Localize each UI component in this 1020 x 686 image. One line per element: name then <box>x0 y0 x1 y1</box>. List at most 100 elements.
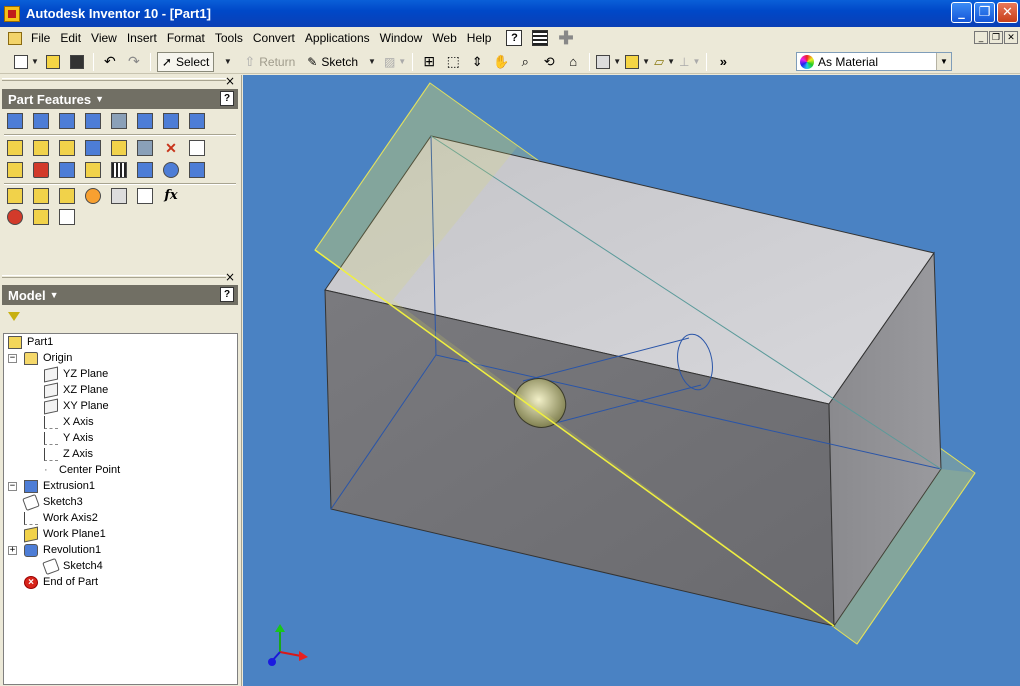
doc-close-button[interactable]: ✕ <box>1004 31 1018 44</box>
tree-item-origin[interactable]: Origin <box>24 350 72 366</box>
zoom-window-button[interactable]: ⬚ <box>443 52 463 72</box>
menu-edit[interactable]: Edit <box>55 28 86 48</box>
hole-icon[interactable] <box>59 113 75 129</box>
face-draft-icon[interactable] <box>85 140 101 156</box>
revolve-icon[interactable] <box>33 113 49 129</box>
note-icon[interactable] <box>59 209 75 225</box>
menu-format[interactable]: Format <box>162 28 210 48</box>
return-button[interactable]: ⇧ Return <box>244 52 295 72</box>
work-axis-icon[interactable] <box>33 188 49 204</box>
help-icon[interactable]: ? <box>220 91 234 106</box>
parameters-fx-icon[interactable]: fx <box>163 188 179 204</box>
undo-button[interactable]: ↶ <box>100 52 120 72</box>
select-button[interactable]: ➚ Select <box>156 51 215 72</box>
menu-insert[interactable]: Insert <box>122 28 162 48</box>
thicken-icon[interactable] <box>137 140 153 156</box>
ground-plane-button[interactable]: ▱ ▼ <box>654 52 675 72</box>
promote-icon[interactable] <box>111 188 127 204</box>
split-icon[interactable] <box>111 140 127 156</box>
zoom-button[interactable]: ⇕ <box>467 52 487 72</box>
sketch-button[interactable]: ✎ Sketch ▼ <box>307 52 376 72</box>
extrude-icon[interactable] <box>7 113 23 129</box>
menu-file[interactable]: File <box>26 28 55 48</box>
tree-item-y-axis[interactable]: Y Axis <box>44 430 93 446</box>
tree-item-revolution1[interactable]: Revolution1 <box>24 542 101 558</box>
save-button[interactable] <box>67 52 87 72</box>
open-button[interactable] <box>43 52 63 72</box>
ucs-icon[interactable] <box>85 188 101 204</box>
coil-icon[interactable] <box>189 113 205 129</box>
display-mode-button[interactable]: ▼ <box>596 52 621 72</box>
hatch-button[interactable]: ▨ ▼ <box>384 52 406 72</box>
derived-part-icon[interactable] <box>137 188 153 204</box>
tree-item-work-plane1[interactable]: Work Plane1 <box>24 526 106 542</box>
add-icon[interactable]: ✚ <box>558 28 573 49</box>
constraint-button[interactable]: ⊥ ▼ <box>679 52 700 72</box>
camera-mode-button[interactable]: ▼ <box>625 52 650 72</box>
work-point-icon[interactable] <box>59 188 75 204</box>
derived-component-icon[interactable] <box>59 162 75 178</box>
tree-item-x-axis[interactable]: X Axis <box>44 414 94 430</box>
tree-item-end-of-part[interactable]: × End of Part <box>24 574 98 590</box>
model-header[interactable]: Model ▼ ? <box>2 285 238 305</box>
tree-expander[interactable]: + <box>8 546 17 555</box>
help-icon[interactable]: ? <box>220 287 234 302</box>
chevron-down-icon[interactable]: ▼ <box>936 53 951 70</box>
menu-view[interactable]: View <box>86 28 122 48</box>
tree-item-sketch3[interactable]: Sketch3 <box>22 493 83 511</box>
tree-item-center-point[interactable]: · Center Point <box>44 462 120 478</box>
tree-item-z-axis[interactable]: Z Axis <box>44 446 93 462</box>
chevron-down-icon[interactable]: ▼ <box>50 290 59 300</box>
close-button[interactable]: ✕ <box>997 2 1018 23</box>
menu-help[interactable]: Help <box>462 28 497 48</box>
decal-icon[interactable] <box>33 162 49 178</box>
maximize-button[interactable]: ❐ <box>974 2 995 23</box>
info-icon[interactable] <box>33 209 49 225</box>
help-topics-icon[interactable]: ? <box>506 30 523 46</box>
delete-face-icon[interactable]: ✕ <box>163 140 179 156</box>
calculator-icon[interactable] <box>532 30 549 46</box>
pan-button[interactable]: ✋ <box>491 52 511 72</box>
document-icon[interactable] <box>8 31 22 45</box>
mirror-icon[interactable] <box>189 162 205 178</box>
tree-item-work-axis2[interactable]: Work Axis2 <box>24 510 98 526</box>
tree-item-sketch4[interactable]: Sketch4 <box>42 557 103 575</box>
rectangular-pattern-icon[interactable] <box>137 162 153 178</box>
rib-icon[interactable] <box>111 113 127 129</box>
doc-minimize-button[interactable]: _ <box>974 31 988 44</box>
doc-restore-button[interactable]: ❐ <box>989 31 1003 44</box>
no-entry-icon[interactable] <box>7 209 23 225</box>
zoom-all-button[interactable]: ⊞ <box>419 52 439 72</box>
redo-button[interactable]: ↷ <box>124 52 144 72</box>
work-plane-icon[interactable] <box>7 188 23 204</box>
rotate-button[interactable]: ⟲ <box>539 52 559 72</box>
material-color-select[interactable]: As Material ▼ <box>796 52 952 71</box>
sweep-icon[interactable] <box>163 113 179 129</box>
menu-window[interactable]: Window <box>375 28 428 48</box>
tree-expander[interactable]: − <box>8 482 17 491</box>
panel-grip[interactable] <box>2 275 226 278</box>
sketch-dropdown-arrow[interactable]: ▼ <box>368 57 376 66</box>
look-at-button[interactable]: ⌂ <box>563 52 583 72</box>
inventor-app-icon[interactable] <box>4 5 20 22</box>
chevron-down-icon[interactable]: ▼ <box>95 94 104 104</box>
ifeature-icon[interactable] <box>111 162 127 178</box>
panel-close-icon[interactable]: × <box>225 74 235 88</box>
menu-web[interactable]: Web <box>427 28 461 48</box>
zoom-selected-button[interactable]: ⌕ <box>515 52 535 72</box>
menu-tools[interactable]: Tools <box>210 28 248 48</box>
new-button[interactable]: ▼ <box>14 52 39 72</box>
part-features-header[interactable]: Part Features ▼ ? <box>2 89 238 109</box>
corner-icon[interactable] <box>189 140 205 156</box>
tree-expander[interactable]: − <box>8 354 17 363</box>
forward-button[interactable]: » <box>713 52 733 72</box>
tree-item-xy-plane[interactable]: XY Plane <box>44 398 109 414</box>
select-dropdown[interactable]: ▼ <box>216 52 236 72</box>
tree-item-part1[interactable]: Part1 <box>8 334 53 350</box>
graphics-viewport[interactable] <box>243 75 1020 686</box>
minimize-button[interactable]: _ <box>951 2 972 23</box>
panel-close-icon[interactable]: × <box>225 270 235 284</box>
fillet-icon[interactable] <box>33 140 49 156</box>
model-canvas[interactable] <box>243 75 1020 686</box>
circular-pattern-icon[interactable] <box>163 162 179 178</box>
